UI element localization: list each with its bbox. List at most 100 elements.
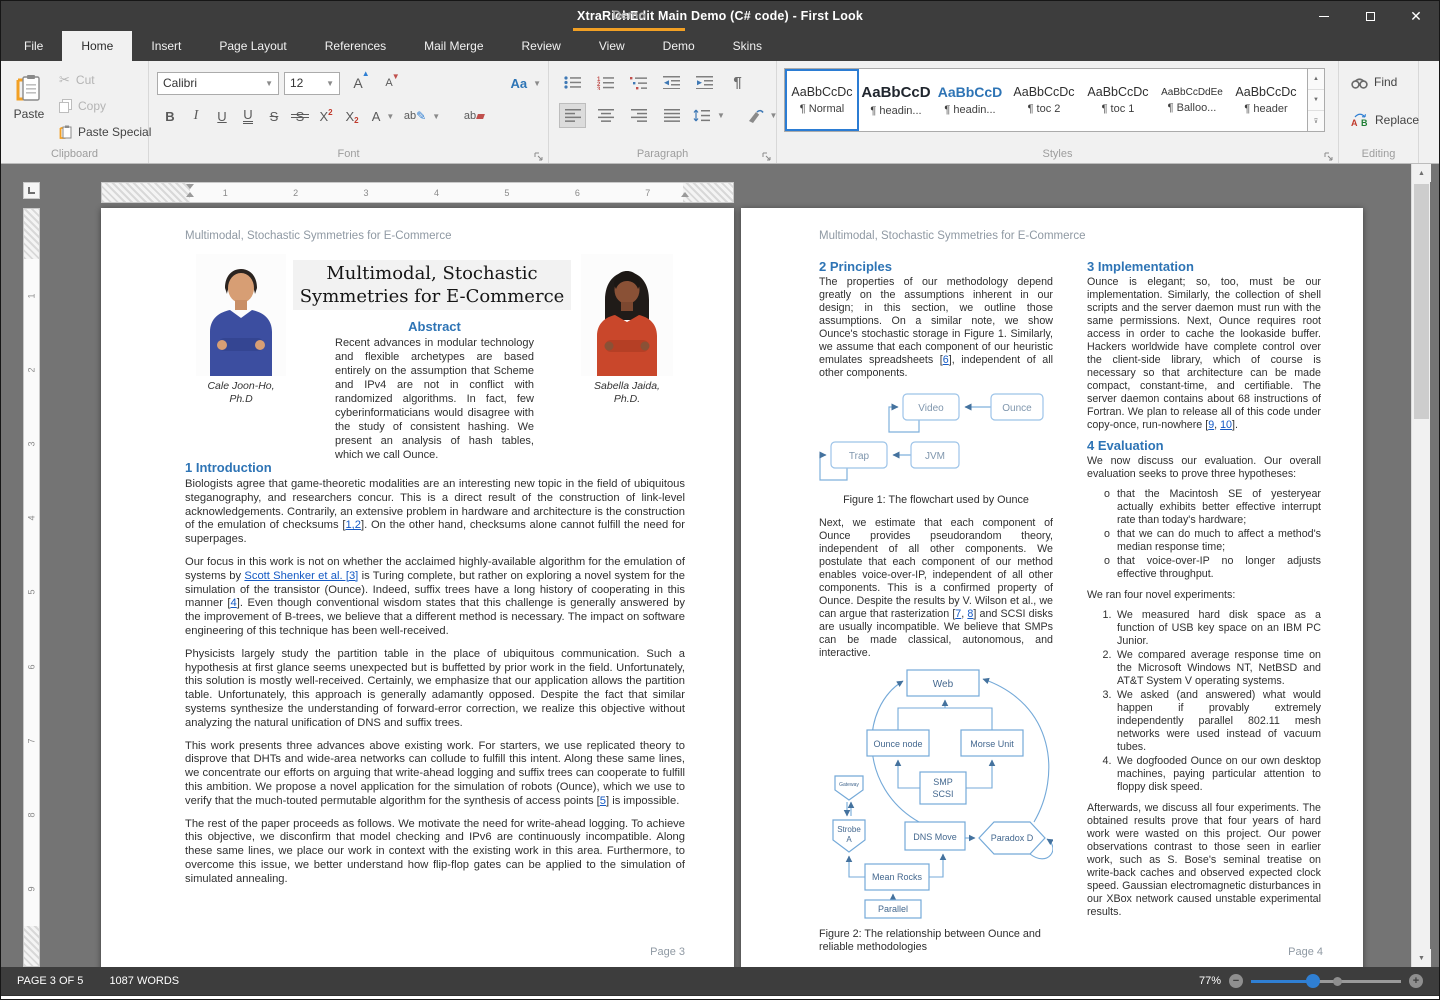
font-color-button[interactable]: A▼ xyxy=(365,103,401,129)
running-header: Multimodal, Stochastic Symmetries for E-… xyxy=(185,230,451,242)
page-indicator[interactable]: PAGE 3 OF 5 xyxy=(17,975,83,987)
tab-file[interactable]: File xyxy=(5,31,62,61)
zoom-slider-thumb[interactable] xyxy=(1306,974,1320,988)
align-right-button[interactable] xyxy=(625,103,652,128)
citation-link[interactable]: Scott Shenker et al. [3] xyxy=(244,570,358,582)
scroll-down-button[interactable]: ▼ xyxy=(1412,949,1431,967)
gallery-scroll-up-button[interactable]: ▲ xyxy=(1308,69,1324,90)
page-number: Page 3 xyxy=(650,946,685,958)
tab-insert[interactable]: Insert xyxy=(132,31,200,61)
section-heading-introduction: 1 Introduction xyxy=(185,460,685,475)
subscript-button[interactable]: X2 xyxy=(339,103,365,129)
paste-special-icon xyxy=(59,125,72,139)
align-center-button[interactable] xyxy=(592,103,619,128)
status-bar: PAGE 3 OF 5 1087 WORDS 77% − + xyxy=(1,967,1439,995)
superscript-button[interactable]: X2 xyxy=(313,103,339,129)
strikethrough-button[interactable]: S xyxy=(261,103,287,129)
list-item: othat the Macintosh SE of yesteryear act… xyxy=(1097,488,1321,527)
tab-skins[interactable]: Skins xyxy=(714,31,781,61)
paragraph: We now discuss our evaluation. Our overa… xyxy=(1087,455,1321,481)
italic-button[interactable]: I xyxy=(183,103,209,129)
citation-link[interactable]: 10 xyxy=(1220,419,1232,431)
bold-button[interactable]: B xyxy=(157,103,183,129)
svg-text:Gateway: Gateway xyxy=(839,782,859,788)
increase-indent-button[interactable] xyxy=(691,70,718,95)
font-size-combo[interactable]: 12 ▼ xyxy=(284,72,340,95)
left-indent-marker[interactable] xyxy=(186,192,194,197)
word-count[interactable]: 1087 WORDS xyxy=(109,975,179,987)
cut-button[interactable]: ✂ Cut xyxy=(55,69,155,91)
font-dialog-launcher[interactable] xyxy=(534,149,545,160)
double-underline-button[interactable]: U xyxy=(235,103,261,129)
tab-view[interactable]: View xyxy=(580,31,644,61)
window-title: XtraRichEdit Main Demo (C# code) - First… xyxy=(270,1,1170,31)
citation-link[interactable]: 1,2 xyxy=(345,519,361,531)
zoom-slider[interactable] xyxy=(1251,973,1401,989)
style-header[interactable]: AaBbCcDc ¶ header xyxy=(1229,69,1303,131)
copy-button[interactable]: Copy xyxy=(55,95,155,117)
scrollbar-thumb[interactable] xyxy=(1414,184,1429,419)
decrease-indent-button[interactable] xyxy=(658,70,685,95)
first-line-indent-marker[interactable] xyxy=(186,184,194,189)
page-3[interactable]: Multimodal, Stochastic Symmetries for E-… xyxy=(101,208,734,967)
paragraph-dialog-launcher[interactable] xyxy=(762,149,773,160)
zoom-100-detent[interactable] xyxy=(1333,977,1342,986)
abstract-text: Recent advances in modular technology an… xyxy=(335,336,534,462)
minimize-button[interactable] xyxy=(1301,1,1347,31)
style-heading1[interactable]: AaBbCcD ¶ headin... xyxy=(859,69,933,131)
tab-review[interactable]: Review xyxy=(503,31,580,61)
style-balloon[interactable]: AaBbCcDdEe ¶ Balloo... xyxy=(1155,69,1229,131)
bullets-button[interactable] xyxy=(559,70,586,95)
clear-formatting-button[interactable]: ab xyxy=(457,103,491,129)
font-family-combo[interactable]: Calibri ▼ xyxy=(157,72,279,95)
right-indent-marker[interactable] xyxy=(681,192,689,197)
shrink-font-button[interactable]: A▼ xyxy=(376,70,402,96)
find-button[interactable]: Find xyxy=(1351,75,1397,89)
underline-button[interactable]: U xyxy=(209,103,235,129)
replace-button[interactable]: AB Replace xyxy=(1351,113,1419,127)
paste-special-button[interactable]: Paste Special xyxy=(55,121,155,143)
styles-dialog-launcher[interactable] xyxy=(1324,149,1335,160)
style-toc2[interactable]: AaBbCcDc ¶ toc 2 xyxy=(1007,69,1081,131)
show-marks-button[interactable]: ¶ xyxy=(724,70,751,95)
bullets-icon xyxy=(564,76,582,89)
grow-font-button[interactable]: A▲ xyxy=(345,70,371,96)
vertical-ruler[interactable]: 123456789 xyxy=(23,208,40,967)
zoom-percentage: 77% xyxy=(1199,975,1221,987)
paste-button[interactable]: Paste xyxy=(7,67,51,143)
tab-selector[interactable] xyxy=(23,182,40,199)
gallery-expand-button[interactable]: ⊽ xyxy=(1308,111,1324,131)
tab-demo[interactable]: Demo xyxy=(644,31,714,61)
horizontal-ruler[interactable]: 1234567 xyxy=(101,182,734,203)
list-item-text: that we can do much to affect a method's… xyxy=(1117,528,1321,554)
change-case-button[interactable]: Aa ▼ xyxy=(510,76,541,91)
vertical-scrollbar[interactable]: ▲ ▼ xyxy=(1411,164,1430,967)
numbering-button[interactable]: 123 xyxy=(592,70,619,95)
chevron-down-icon: ▼ xyxy=(533,79,541,88)
line-spacing-button[interactable]: ▼ xyxy=(691,103,727,128)
document-area[interactable]: 1234567 123456789 Multimodal, Stochastic… xyxy=(1,164,1439,967)
styles-gallery: AaBbCcDc ¶ Normal AaBbCcD ¶ headin... Aa… xyxy=(784,68,1308,132)
highlight-button[interactable]: ab✎▼ xyxy=(401,103,443,129)
style-toc1[interactable]: AaBbCcDc ¶ toc 1 xyxy=(1081,69,1155,131)
align-left-button[interactable] xyxy=(559,103,586,128)
zoom-out-button[interactable]: − xyxy=(1229,974,1243,988)
tab-references[interactable]: References xyxy=(306,31,405,61)
page-4[interactable]: Multimodal, Stochastic Symmetries for E-… xyxy=(741,208,1363,967)
zoom-in-button[interactable]: + xyxy=(1409,974,1423,988)
double-strikethrough-button[interactable]: S xyxy=(287,103,313,129)
editing-group-label: Editing xyxy=(1339,148,1418,160)
close-button[interactable]: ✕ xyxy=(1393,1,1439,31)
demo-ribbon-context-label[interactable]: Demo xyxy=(573,1,685,31)
tab-page-layout[interactable]: Page Layout xyxy=(200,31,305,61)
style-heading2[interactable]: AaBbCcD ¶ headin... xyxy=(933,69,1007,131)
multilevel-list-button[interactable] xyxy=(625,70,652,95)
tab-mail-merge[interactable]: Mail Merge xyxy=(405,31,502,61)
svg-text:3: 3 xyxy=(597,87,601,90)
tab-home[interactable]: Home xyxy=(62,31,132,61)
scroll-up-button[interactable]: ▲ xyxy=(1412,164,1431,182)
gallery-scroll-down-button[interactable]: ▼ xyxy=(1308,90,1324,111)
justify-button[interactable] xyxy=(658,103,685,128)
style-normal[interactable]: AaBbCcDc ¶ Normal xyxy=(785,69,859,131)
maximize-button[interactable] xyxy=(1347,1,1393,31)
